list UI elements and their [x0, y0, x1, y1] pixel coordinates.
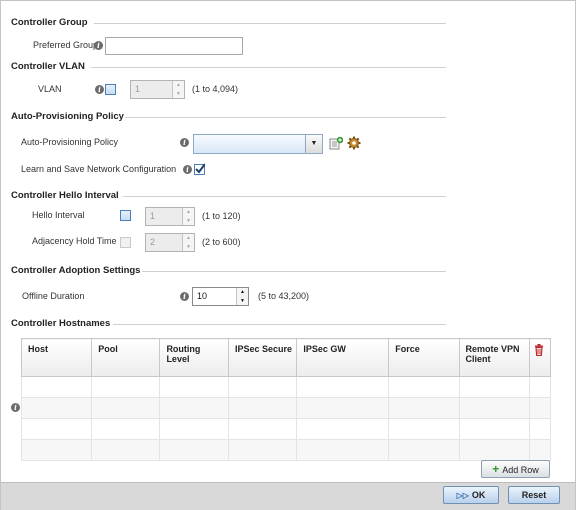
spin-down-icon[interactable]: ▼ [183, 243, 194, 252]
hello-interval-label: Hello Interval [32, 210, 85, 220]
controller-hostnames-table: Host Pool Routing Level IPSec Secure IPS… [20, 338, 551, 461]
hello-interval-value: 1 [150, 211, 156, 221]
column-header-pool[interactable]: Pool [91, 338, 161, 377]
column-header-ipsec-gw[interactable]: IPSec GW [296, 338, 390, 377]
forward-icon: ▷▷ [456, 491, 469, 500]
divider [91, 67, 446, 68]
auto-provisioning-policy-select[interactable]: ▼ [193, 134, 323, 154]
vlan-label: VLAN [38, 84, 62, 94]
table-row [20, 397, 551, 419]
table-row [20, 418, 551, 440]
auto-provisioning-policy-label: Auto-Provisioning Policy [21, 137, 119, 147]
offline-duration-range: (5 to 43,200) [258, 291, 310, 301]
vlan-enable-checkbox[interactable] [105, 84, 116, 95]
info-icon[interactable]: i [11, 403, 20, 412]
add-row-label: Add Row [502, 465, 539, 475]
column-header-force[interactable]: Force [388, 338, 460, 377]
trash-icon[interactable] [534, 344, 544, 357]
controller-group-heading: Controller Group [11, 17, 88, 28]
chevron-down-icon[interactable]: ▼ [305, 135, 322, 153]
divider [94, 23, 446, 24]
hello-interval-spinner[interactable]: 1 ▲ ▼ [145, 207, 195, 226]
adoption-settings-heading: Controller Adoption Settings [11, 265, 141, 276]
spin-down-icon[interactable]: ▼ [183, 217, 194, 226]
vlan-value: 1 [135, 84, 141, 94]
column-header-routing-level[interactable]: Routing Level [159, 338, 229, 377]
info-icon[interactable]: i [95, 85, 104, 94]
spin-down-icon[interactable]: ▼ [173, 90, 184, 99]
ok-label: OK [471, 490, 486, 500]
column-header-host[interactable]: Host [20, 338, 93, 377]
reset-label: Reset [521, 490, 547, 500]
plus-icon: + [492, 462, 500, 476]
ok-button[interactable]: ▷▷ OK [443, 486, 499, 504]
checkmark-icon [195, 163, 205, 174]
info-icon[interactable]: i [183, 165, 192, 174]
info-icon[interactable]: i [180, 138, 189, 147]
spin-up-icon[interactable]: ▲ [183, 208, 194, 217]
table-row [20, 376, 551, 398]
adjacency-hold-time-checkbox[interactable] [120, 237, 131, 248]
adjacency-hold-time-spinner[interactable]: 2 ▲ ▼ [145, 233, 195, 252]
hello-interval-heading: Controller Hello Interval [11, 190, 119, 201]
learn-network-config-label: Learn and Save Network Configuration [21, 164, 177, 174]
hello-interval-range: (1 to 120) [202, 211, 241, 221]
adjacency-hold-time-label: Adjacency Hold Time [32, 236, 117, 246]
column-header-remote-vpn-client[interactable]: Remote VPN Client [458, 338, 531, 377]
vlan-range: (1 to 4,094) [192, 84, 239, 94]
spin-up-icon[interactable]: ▲ [183, 234, 194, 243]
column-header-ipsec-secure[interactable]: IPSec Secure [227, 338, 298, 377]
info-icon[interactable]: i [94, 41, 103, 50]
delete-column-header[interactable] [529, 338, 551, 377]
offline-duration-spinner[interactable]: 10 ▲ ▼ [192, 287, 249, 306]
adjacency-hold-time-range: (2 to 600) [202, 237, 241, 247]
divider [123, 196, 446, 197]
offline-duration-value: 10 [197, 291, 208, 301]
divider [125, 117, 446, 118]
preferred-group-label: Preferred Group [33, 40, 99, 50]
learn-network-config-checkbox[interactable] [194, 163, 205, 175]
info-icon[interactable]: i [180, 292, 189, 301]
gear-icon[interactable] [347, 136, 361, 150]
auto-provisioning-heading: Auto-Provisioning Policy [11, 111, 124, 122]
reset-button[interactable]: Reset [508, 486, 560, 504]
offline-duration-label: Offline Duration [22, 291, 85, 301]
spin-up-icon[interactable]: ▲ [237, 288, 248, 297]
divider [113, 324, 446, 325]
spin-up-icon[interactable]: ▲ [173, 81, 184, 90]
table-row [20, 439, 551, 461]
add-document-icon[interactable] [329, 136, 343, 150]
preferred-group-input[interactable] [105, 37, 243, 55]
table-header-row: Host Pool Routing Level IPSec Secure IPS… [20, 338, 551, 377]
controller-vlan-heading: Controller VLAN [11, 61, 85, 72]
vlan-spinner[interactable]: 1 ▲ ▼ [130, 80, 185, 99]
add-row-button[interactable]: + Add Row [481, 460, 550, 478]
divider [142, 271, 446, 272]
adjacency-hold-time-value: 2 [150, 237, 156, 247]
controller-hostnames-heading: Controller Hostnames [11, 318, 111, 329]
spin-down-icon[interactable]: ▼ [237, 297, 248, 306]
hello-interval-checkbox[interactable] [120, 210, 131, 221]
